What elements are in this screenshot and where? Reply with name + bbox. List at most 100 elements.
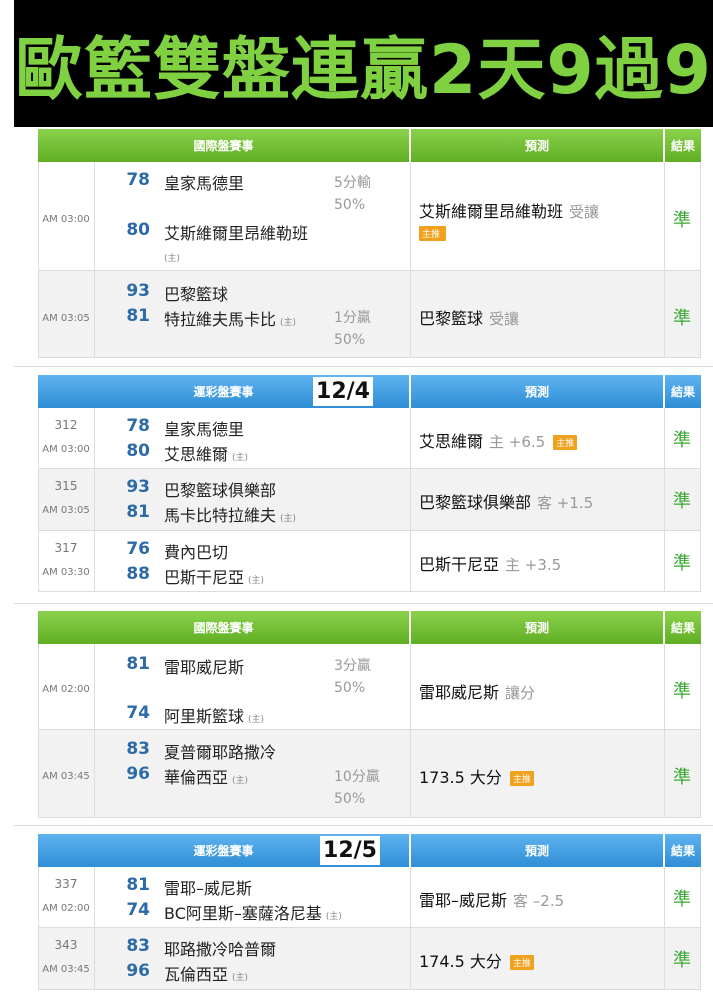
- prediction-team: 艾斯維爾里昂維勒班: [419, 202, 564, 221]
- banner: 歐籃雙盤連贏2天9過9: [0, 0, 713, 127]
- table-row: AM 03:45 83 夏普爾耶路撒冷 96 華倫西亞 (主) 10分贏 50% …: [38, 730, 701, 818]
- prediction: 巴斯干尼亞主 +3.5: [419, 551, 561, 575]
- team-home: 華倫西亞 (主): [164, 768, 249, 787]
- team-away: 耶路撒冷哈普爾: [164, 940, 277, 959]
- prediction-team: 巴斯干尼亞: [419, 555, 500, 574]
- match-time: AM 03:45: [42, 771, 90, 782]
- header-result: 結果: [665, 129, 701, 162]
- prediction-team: 艾思維爾: [419, 432, 484, 451]
- header-result: 結果: [665, 611, 701, 644]
- lottery-table-1: 運彩盤賽事 12/4 預測 結果 312 AM 03:00 78 皇家馬德里 8…: [38, 375, 701, 592]
- team-home: 瓦倫西亞 (主): [164, 965, 249, 984]
- header-prediction: 預測: [411, 611, 663, 644]
- home-mark: (主): [232, 973, 249, 983]
- home-mark: (主): [232, 453, 249, 463]
- home-mark: (主): [248, 576, 265, 586]
- result-mark: 準: [673, 491, 691, 512]
- line-result: 1分贏: [334, 310, 371, 326]
- match-time: AM 02:00: [42, 903, 90, 914]
- table-row: AM 02:00 81 雷耶威尼斯 74 阿里斯籃球 (主) 3分贏 50% 雷耶…: [38, 644, 701, 730]
- featured-badge: 主推: [509, 955, 534, 970]
- team-home: 巴斯干尼亞 (主): [164, 568, 265, 587]
- game-number: 312: [54, 418, 78, 432]
- table-header: 運彩盤賽事 12/5 預測 結果: [38, 834, 701, 867]
- table-row: 337 AM 02:00 81 雷耶–威尼斯 74 BC阿里斯–塞薩洛尼基 (主)…: [38, 867, 701, 928]
- match-time: AM 03:30: [42, 567, 90, 578]
- team-home: 艾斯維爾里昂維勒班: [164, 224, 309, 243]
- score-home: 74: [126, 900, 150, 920]
- prediction: 艾斯維爾里昂維勒班 受讓 主推: [419, 198, 599, 241]
- team-away: 巴黎籃球: [164, 285, 229, 304]
- header-event: 國際盤賽事: [38, 611, 409, 644]
- banner-title: 歐籃雙盤連贏2天9過9: [15, 31, 712, 110]
- team-home: 阿里斯籃球 (主): [164, 707, 265, 726]
- score-home: 96: [126, 961, 150, 981]
- prediction: 173.5 大分 主推: [419, 764, 534, 788]
- team-home: BC阿里斯–塞薩洛尼基 (主): [164, 904, 342, 923]
- prediction-handicap: 受讓: [489, 310, 520, 328]
- intl-table-1: 國際盤賽事 預測 結果 AM 03:00 78 皇家馬德里 80 艾斯維爾里昂維…: [38, 129, 701, 358]
- score-home: 81: [126, 306, 150, 326]
- match-time: AM 03:05: [42, 313, 90, 324]
- prediction-team: 雷耶–威尼斯: [419, 891, 508, 910]
- prediction-handicap: 客 –2.5: [513, 892, 565, 910]
- score-away: 78: [126, 170, 150, 190]
- result-mark: 準: [673, 308, 691, 329]
- match-time: AM 02:00: [42, 684, 90, 695]
- result-mark: 準: [673, 767, 691, 788]
- game-number: 337: [54, 877, 78, 891]
- score-away: 81: [126, 875, 150, 895]
- table-row: 312 AM 03:00 78 皇家馬德里 80 艾思維爾 (主) 艾思維爾主 +…: [38, 408, 701, 469]
- score-home: 80: [126, 220, 150, 240]
- prediction: 174.5 大分 主推: [419, 948, 534, 972]
- prediction: 巴黎籃球俱樂部客 +1.5: [419, 489, 593, 513]
- result-mark: 準: [673, 681, 691, 702]
- prediction-team: 173.5 大分: [419, 768, 502, 787]
- table-row: AM 03:05 93 巴黎籃球 81 特拉維夫馬卡比 (主) 1分贏 50% 巴…: [38, 271, 701, 358]
- match-time: AM 03:45: [42, 964, 90, 975]
- table-row: 343 AM 03:45 83 耶路撒冷哈普爾 96 瓦倫西亞 (主) 174.5…: [38, 928, 701, 990]
- header-prediction: 預測: [411, 129, 663, 162]
- table-row: AM 03:00 78 皇家馬德里 80 艾斯維爾里昂維勒班 (主) 5分輸 5…: [38, 162, 701, 271]
- home-mark: (主): [280, 514, 297, 524]
- score-home: 88: [126, 564, 150, 584]
- line-percent: 50%: [334, 197, 366, 213]
- header-result: 結果: [665, 834, 701, 867]
- team-away: 雷耶威尼斯: [164, 658, 245, 677]
- home-mark: (主): [248, 715, 265, 725]
- team-home: 艾思維爾 (主): [164, 445, 249, 464]
- line-result: 3分贏: [334, 658, 371, 674]
- header-prediction: 預測: [411, 375, 663, 408]
- prediction-team: 雷耶威尼斯: [419, 683, 500, 702]
- result-mark: 準: [673, 889, 691, 910]
- team-home: 特拉維夫馬卡比 (主): [164, 310, 297, 329]
- score-away: 93: [126, 281, 150, 301]
- header-result: 結果: [665, 375, 701, 408]
- score-away: 81: [126, 654, 150, 674]
- prediction-team: 巴黎籃球俱樂部: [419, 493, 532, 512]
- prediction-handicap: 受讓: [569, 203, 600, 221]
- team-away: 雷耶–威尼斯: [164, 879, 253, 898]
- prediction-handicap: 客 +1.5: [537, 494, 594, 512]
- prediction-team: 巴黎籃球: [419, 309, 484, 328]
- featured-badge: 主推: [509, 771, 534, 786]
- score-away: 78: [126, 416, 150, 436]
- match-time: AM 03:00: [42, 214, 90, 225]
- team-away: 皇家馬德里: [164, 174, 245, 193]
- score-away: 76: [126, 539, 150, 559]
- prediction: 巴黎籃球 受讓: [419, 305, 519, 329]
- date-label: 12/4: [313, 377, 373, 406]
- table-header: 運彩盤賽事 12/4 預測 結果: [38, 375, 701, 408]
- prediction-handicap: 主 +6.5: [489, 433, 546, 451]
- prediction: 雷耶威尼斯 讓分: [419, 679, 535, 703]
- table-header: 國際盤賽事 預測 結果: [38, 129, 701, 162]
- home-mark: (主): [325, 912, 342, 922]
- home-mark: (主): [280, 318, 297, 328]
- score-away: 83: [126, 936, 150, 956]
- header-event: 國際盤賽事: [38, 129, 409, 162]
- result-mark: 準: [673, 950, 691, 971]
- score-home: 80: [126, 441, 150, 461]
- match-time: AM 03:05: [42, 505, 90, 516]
- game-number: 317: [54, 541, 78, 555]
- prediction-handicap: 主 +3.5: [505, 556, 562, 574]
